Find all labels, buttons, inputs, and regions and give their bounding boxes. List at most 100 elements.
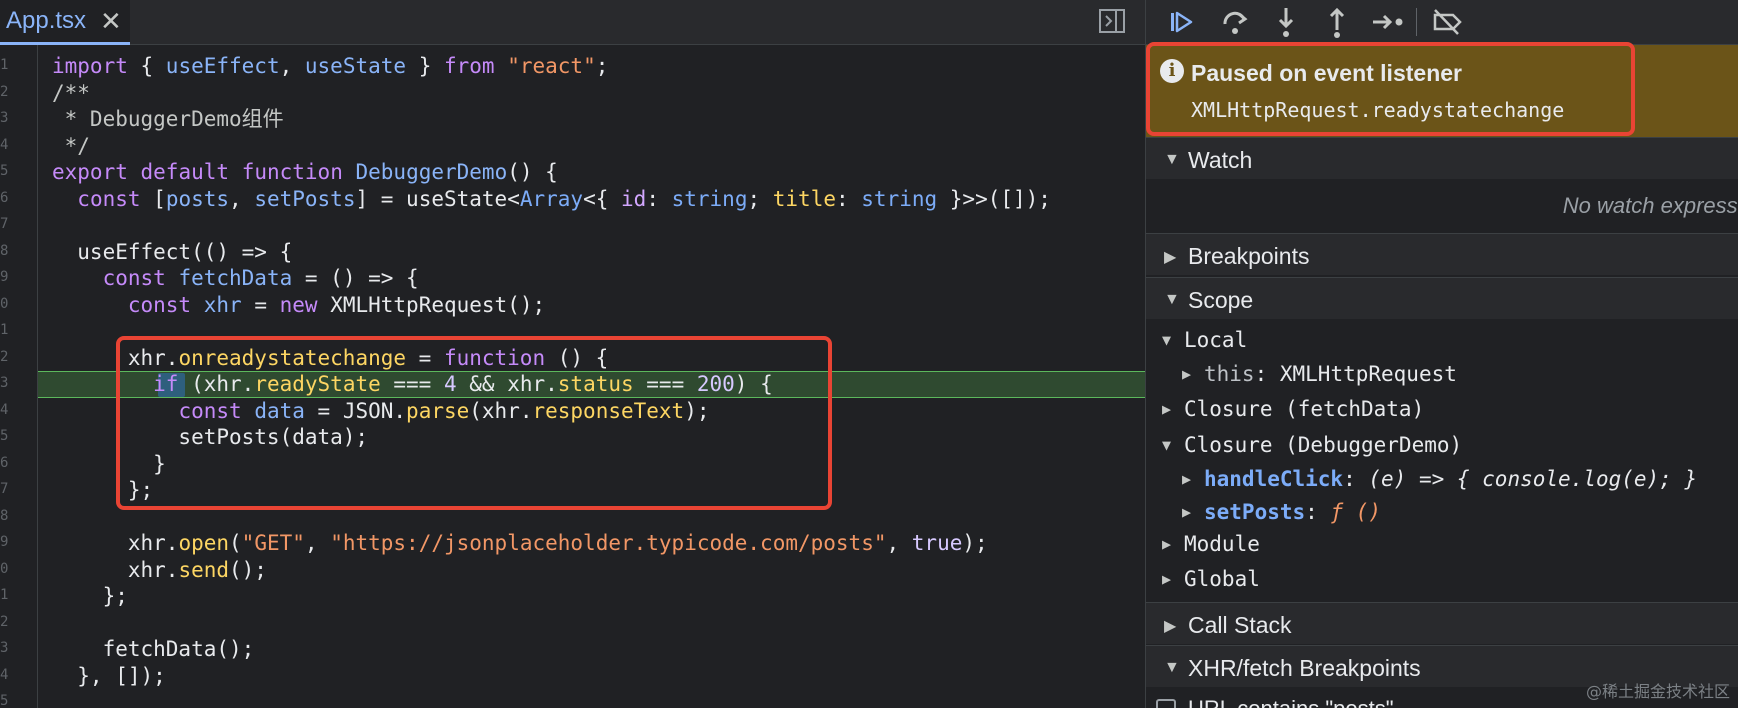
highlight-box-annotation [116, 336, 832, 510]
section-label: Watch [1188, 147, 1253, 173]
line-number[interactable]: 4 [0, 667, 10, 683]
scope-closure-debuggerdemo[interactable]: ▼ Closure (DebuggerDemo) [1162, 433, 1462, 465]
code-line: }; [52, 584, 128, 608]
watermark: @稀土掘金技术社区 [1585, 682, 1730, 701]
chevron-right-icon: ▶ [1182, 365, 1192, 383]
line-number[interactable]: 9 [0, 534, 10, 550]
section-label: Call Stack [1188, 612, 1292, 638]
scope-key: handleClick [1204, 467, 1344, 491]
step-icon[interactable] [1370, 4, 1406, 40]
line-number[interactable]: 7 [0, 216, 10, 232]
line-number[interactable]: 2 [0, 84, 10, 100]
line-number[interactable]: 8 [0, 508, 10, 524]
code-line: const xhr = new XMLHttpRequest(); [127, 292, 546, 317]
code-line: useEffect(() => { [52, 239, 293, 264]
line-number[interactable]: 1 [0, 587, 10, 603]
scope-module[interactable]: ▶ Module [1162, 532, 1260, 564]
section-breakpoints[interactable]: ▶ Breakpoints [1146, 233, 1738, 275]
debugger-toolbar [1146, 0, 1738, 45]
editor-tab-bar: App.tsx ✕ [0, 0, 1145, 45]
line-number[interactable]: 0 [0, 561, 10, 577]
chevron-right-icon: ▶ [1162, 535, 1172, 553]
code-line: */ [52, 133, 90, 158]
code-line: const fetchData = () => { [102, 266, 419, 290]
line-number[interactable]: 4 [0, 402, 10, 418]
code-line: import { useEffect, useState } from "rea… [52, 54, 609, 78]
line-number[interactable]: 2 [0, 349, 10, 365]
line-number[interactable]: 5 [0, 163, 10, 179]
section-label: Breakpoints [1188, 243, 1310, 269]
chevron-right-icon: ▶ [1164, 618, 1177, 635]
line-number[interactable]: 6 [0, 190, 10, 206]
step-into-icon[interactable] [1268, 4, 1304, 40]
step-out-icon[interactable] [1319, 4, 1355, 40]
scope-value: XMLHttpRequest [1279, 362, 1457, 386]
scope-local[interactable]: ▼ Local [1162, 328, 1247, 360]
highlight-box-annotation [1146, 42, 1635, 136]
chevron-down-icon: ▼ [1162, 331, 1172, 349]
chevron-down-icon: ▼ [1162, 436, 1172, 454]
source-editor: App.tsx ✕ 1 2 3 4 5 6 7 8 9 0 1 2 3 4 5 6 7 8 9 0 1 2 3 4 5 impo… [0, 0, 1145, 708]
deactivate-breakpoints-icon[interactable] [1429, 4, 1465, 40]
code-line: const [posts, setPosts] = useState<Array… [77, 186, 1051, 211]
code-line: xhr.open("GET", "https://jsonplaceholder… [52, 531, 988, 555]
scope-entry-handleclick[interactable]: ▶ handleClick: (e) => { console.log(e); } [1182, 467, 1697, 499]
scope-value: (e) => { console.log(e); } [1368, 467, 1698, 491]
chevron-down-icon: ▼ [1164, 291, 1180, 308]
line-number[interactable]: 8 [0, 243, 10, 259]
code-line: /** [52, 80, 90, 105]
code-line: fetchData(); [52, 637, 255, 661]
chevron-down-icon: ▼ [1164, 659, 1180, 676]
line-number[interactable]: 3 [0, 110, 10, 126]
xhr-breakpoint-checkbox[interactable] [1156, 699, 1176, 708]
step-over-icon[interactable] [1217, 4, 1253, 40]
code-line: }, []); [52, 663, 166, 688]
section-watch[interactable]: ▼ Watch [1146, 137, 1738, 179]
line-number[interactable]: 9 [0, 269, 10, 285]
tab-app-tsx[interactable]: App.tsx ✕ [0, 0, 130, 45]
scope-entry-setposts[interactable]: ▶ setPosts: ƒ () [1182, 500, 1381, 532]
tab-label: App.tsx [6, 7, 87, 34]
section-label: Scope [1188, 287, 1254, 313]
chevron-right-icon: ▶ [1164, 249, 1177, 266]
line-number[interactable]: 3 [0, 375, 10, 391]
chevron-right-icon: ▶ [1162, 570, 1172, 588]
section-scope[interactable]: ▼ Scope [1146, 277, 1738, 319]
line-number[interactable]: 5 [0, 693, 10, 708]
chevron-down-icon: ▼ [1164, 151, 1180, 168]
line-number[interactable]: 2 [0, 614, 10, 630]
scope-entry-this[interactable]: ▶ this: XMLHttpRequest [1182, 362, 1457, 394]
scope-label: Local [1184, 328, 1248, 352]
debugger-sidebar: i Paused on event listener XMLHttpReques… [1145, 0, 1738, 708]
line-number-gutter[interactable]: 1 2 3 4 5 6 7 8 9 0 1 2 3 4 5 6 7 8 9 0 1 2 3 4 5 [0, 45, 38, 708]
close-icon[interactable]: ✕ [100, 8, 122, 34]
scope-value: ƒ () [1330, 500, 1382, 524]
toggle-debugger-sidebar-icon[interactable] [1097, 6, 1127, 36]
chevron-right-icon: ▶ [1182, 503, 1192, 521]
line-number[interactable]: 0 [0, 296, 10, 312]
toolbar-divider [1416, 8, 1417, 36]
scope-closure-fetchdata[interactable]: ▶ Closure (fetchData) [1162, 397, 1424, 429]
section-call-stack[interactable]: ▶ Call Stack [1146, 602, 1738, 644]
line-number[interactable]: 3 [0, 640, 10, 656]
scope-key: setPosts [1204, 500, 1306, 524]
code-line: xhr.send(); [52, 557, 267, 582]
line-number[interactable]: 7 [0, 481, 10, 497]
chevron-right-icon: ▶ [1162, 400, 1172, 418]
line-number[interactable]: 1 [0, 57, 10, 73]
no-watch-expressions-text: No watch expressions [1562, 193, 1738, 218]
scope-key: this [1204, 362, 1255, 386]
xhr-breakpoint-label: URL contains "posts" [1188, 696, 1394, 708]
scope-label: Closure (DebuggerDemo) [1184, 433, 1463, 457]
resume-icon[interactable] [1163, 4, 1199, 40]
scope-global[interactable]: ▶ Global [1162, 567, 1260, 599]
line-number[interactable]: 1 [0, 322, 10, 338]
code-line: * DebuggerDemo组件 [52, 107, 284, 131]
xhr-breakpoint-item[interactable]: URL contains "posts" [1156, 694, 1394, 708]
scope-label: Module [1184, 532, 1260, 556]
line-number[interactable]: 6 [0, 455, 10, 471]
line-number[interactable]: 4 [0, 137, 10, 153]
line-number[interactable]: 5 [0, 428, 10, 444]
